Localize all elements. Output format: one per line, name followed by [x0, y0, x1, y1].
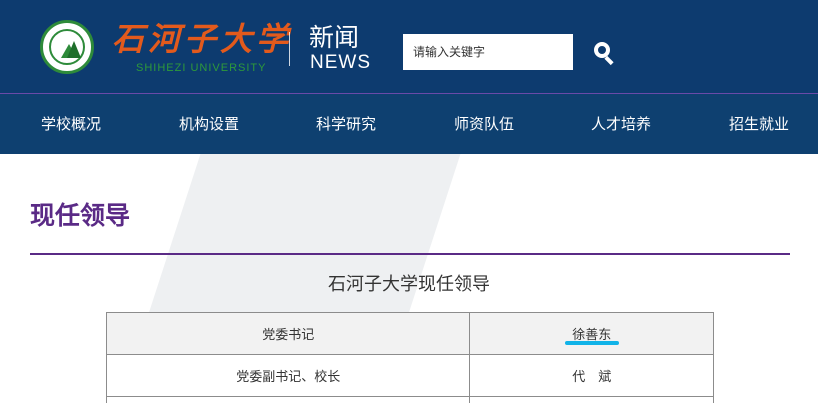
highlight-underline: [565, 341, 619, 345]
nav-item-education[interactable]: 人才培养: [591, 94, 651, 154]
nav-item-admissions[interactable]: 招生就业: [729, 94, 789, 154]
search-input[interactable]: [403, 34, 573, 70]
nav-item-faculty[interactable]: 师资队伍: [454, 94, 514, 154]
search-icon-handle: [604, 55, 614, 66]
leaders-table: 党委书记 徐善东 党委副书记、校长 代 斌: [105, 312, 714, 403]
main-nav: 学校概况 机构设置 科学研究 师资队伍 人才培养 招生就业: [0, 94, 818, 154]
section-title-en: NEWS: [310, 52, 371, 73]
site-header: 石河子大学 SHIHEZI UNIVERSITY 新闻 NEWS: [0, 0, 818, 94]
school-name-en: SHIHEZI UNIVERSITY: [136, 62, 267, 74]
nav-item-about[interactable]: 学校概况: [41, 94, 101, 154]
position-cell: [105, 396, 471, 403]
logo-emblem: [49, 29, 85, 65]
name-cell: 代 斌: [469, 354, 714, 397]
leader-name-link[interactable]: 代 斌: [572, 366, 611, 385]
header-divider: [289, 32, 290, 66]
search-button[interactable]: [590, 38, 618, 66]
school-name-cn: 石河子大学: [112, 20, 293, 58]
name-cell: [469, 396, 714, 403]
position-cell: 党委副书记、校长: [105, 354, 471, 397]
title-divider: [30, 253, 790, 255]
nav-item-research[interactable]: 科学研究: [316, 94, 376, 154]
table-row: 党委书记 徐善东: [105, 312, 714, 355]
name-cell: 徐善东: [469, 312, 714, 355]
section-title-cn: 新闻: [309, 23, 360, 52]
position-cell: 党委书记: [105, 312, 471, 355]
nav-item-organization[interactable]: 机构设置: [179, 94, 239, 154]
page-title: 现任领导: [30, 201, 131, 230]
table-row: 党委副书记、校长 代 斌: [105, 354, 714, 397]
university-logo[interactable]: [40, 20, 94, 74]
table-row: [105, 396, 714, 403]
mountain-peak-icon: [67, 41, 81, 58]
table-caption: 石河子大学现任领导: [328, 274, 490, 295]
